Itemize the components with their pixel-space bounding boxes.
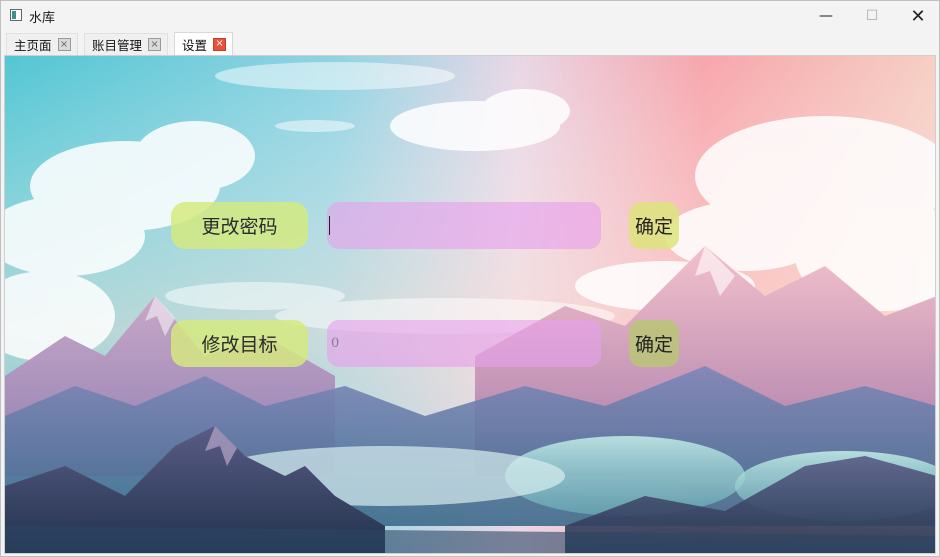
- tab-home[interactable]: 主页面 ×: [6, 33, 78, 55]
- text-cursor: [329, 216, 330, 235]
- tab-home-label: 主页面: [14, 38, 52, 53]
- tab-settings[interactable]: 设置 ×: [174, 32, 234, 55]
- app-icon: [10, 9, 22, 21]
- close-window-button[interactable]: ✕: [895, 1, 940, 31]
- maximize-button[interactable]: ☐: [849, 1, 895, 31]
- change-password-label: 更改密码: [171, 202, 308, 249]
- window-title: 水库: [29, 11, 56, 26]
- tab-home-close-icon[interactable]: ×: [57, 38, 71, 51]
- change-target-label: 修改目标: [171, 320, 308, 367]
- app-window: 水库 — ☐ ✕ 主页面 × 账目管理 × 设置 × 更改密码 确定 修改目标 …: [0, 0, 940, 557]
- title-bar: 水库 — ☐ ✕: [1, 1, 939, 31]
- confirm-password-button[interactable]: 确定: [629, 202, 679, 249]
- settings-panel: 更改密码 确定 修改目标 0 确定: [4, 55, 936, 554]
- target-input[interactable]: 0: [327, 320, 601, 367]
- confirm-target-button[interactable]: 确定: [629, 320, 679, 367]
- tab-settings-label: 设置: [182, 37, 208, 53]
- password-input[interactable]: [327, 202, 601, 249]
- tab-accounts-label: 账目管理: [92, 38, 143, 53]
- tab-settings-close-icon[interactable]: ×: [213, 37, 227, 51]
- tab-accounts-close-icon[interactable]: ×: [148, 38, 162, 51]
- minimize-button[interactable]: —: [803, 1, 849, 31]
- mountain-background-image: [5, 56, 935, 553]
- tab-bar: 主页面 × 账目管理 × 设置 ×: [1, 31, 939, 55]
- target-input-value: 0: [331, 336, 340, 351]
- tab-accounts[interactable]: 账目管理 ×: [84, 33, 169, 55]
